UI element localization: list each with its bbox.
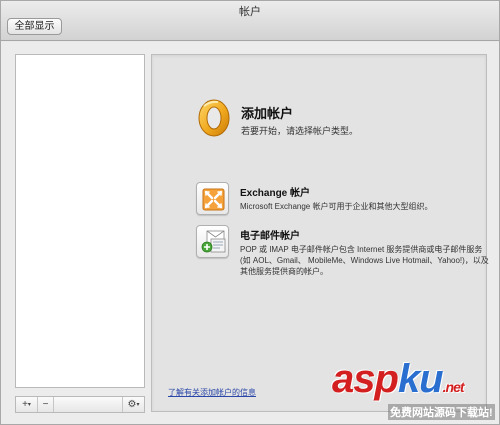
exchange-account-description: Microsoft Exchange 帐户可用于企业和其他大型组织。 xyxy=(240,202,433,211)
add-account-panel: 添加帐户 若要开始，请选择帐户类型。 Exchange 帐户 Microsoft… xyxy=(151,54,489,412)
add-account-button[interactable]: +▾ xyxy=(16,397,38,412)
email-account-description: POP 或 IMAP 电子邮件帐户包含 Internet 服务提供商或电子邮件服… xyxy=(240,245,489,276)
exchange-account-button[interactable] xyxy=(196,182,229,215)
accounts-window: 帐户 全部显示 +▾ − ⚙▾ 添加帐户 若要开始，请选择帐户类型。 Excha… xyxy=(0,0,500,425)
add-account-subtitle: 若要开始，请选择帐户类型。 xyxy=(241,126,359,136)
action-menu-button[interactable]: ⚙▾ xyxy=(122,397,144,412)
email-account-icon xyxy=(201,230,226,253)
account-list[interactable] xyxy=(15,54,145,388)
learn-about-adding-accounts-link[interactable]: 了解有关添加帐户的信息 xyxy=(168,387,256,398)
caret-down-icon: ▾ xyxy=(136,402,140,408)
exchange-icon xyxy=(202,188,225,211)
show-all-button[interactable]: 全部显示 xyxy=(7,18,62,35)
minus-icon: − xyxy=(42,399,49,410)
email-account-button[interactable] xyxy=(196,225,229,258)
remove-account-button[interactable]: − xyxy=(38,397,54,412)
account-list-toolbar: +▾ − ⚙▾ xyxy=(15,396,145,413)
title-bar: 帐户 全部显示 xyxy=(1,1,499,41)
caret-down-icon: ▾ xyxy=(27,402,31,408)
add-account-title: 添加帐户 xyxy=(241,106,294,121)
window-title: 帐户 xyxy=(239,6,261,18)
email-account-title[interactable]: 电子邮件帐户 xyxy=(240,227,300,242)
outlook-icon xyxy=(198,99,230,137)
exchange-account-title[interactable]: Exchange 帐户 xyxy=(240,184,310,199)
content-area: +▾ − ⚙▾ 添加帐户 若要开始，请选择帐户类型。 Exchange 帐户 M… xyxy=(1,42,499,424)
